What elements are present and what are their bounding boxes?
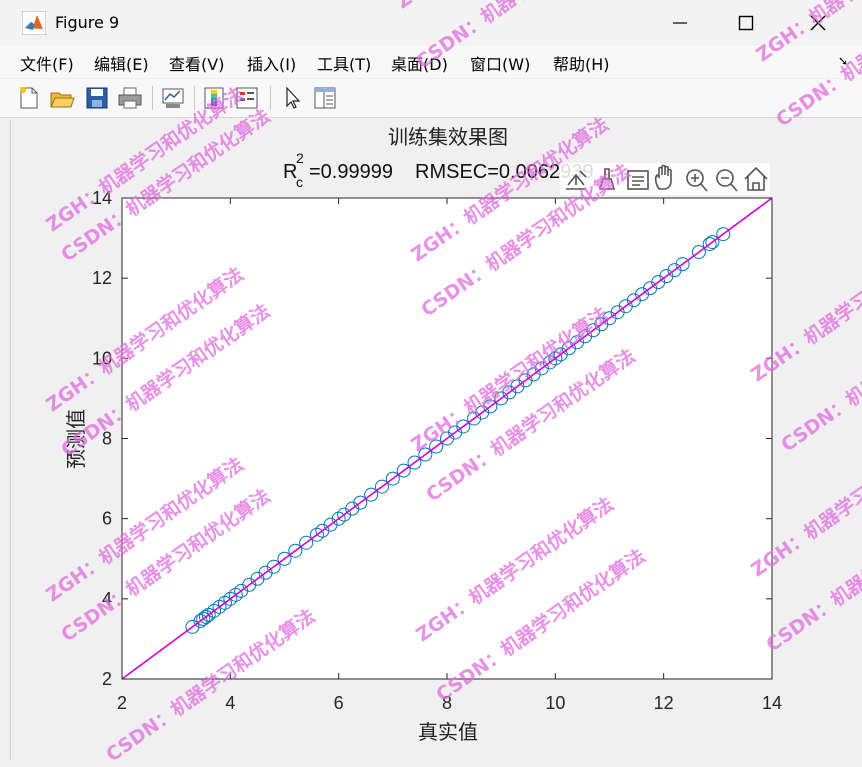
minimize-icon [673, 22, 687, 24]
chart-subtitle: R 2 c =0.99999 RMSEC=0.0062939 [283, 150, 593, 190]
insert-legend-icon[interactable] [234, 85, 260, 111]
x-tick-label: 10 [545, 693, 565, 713]
window-title: Figure 9 [55, 13, 120, 32]
subtitle-r-sup: 2 [296, 150, 304, 166]
x-axis-label: 真实值 [418, 720, 478, 744]
toolbar-separator [194, 86, 195, 110]
menu-help[interactable]: 帮助(H) [553, 51, 610, 75]
chart-title: 训练集效果图 [388, 125, 508, 149]
insert-colorbar-icon[interactable] [201, 85, 227, 111]
menu-file[interactable]: 文件(F) [20, 51, 74, 75]
menu-tools[interactable]: 工具(T) [317, 51, 371, 75]
open-file-icon[interactable] [49, 85, 75, 111]
y-tick-label: 2 [102, 669, 112, 689]
close-icon [810, 15, 826, 31]
window-title-bar: Figure 9 [0, 0, 862, 46]
menu-window[interactable]: 窗口(W) [470, 51, 530, 75]
x-tick-label: 6 [334, 693, 344, 713]
y-tick-label: 4 [102, 589, 112, 609]
axes-toolbar [560, 163, 770, 195]
y-tick-label: 10 [92, 348, 112, 368]
edit-plot-arrow-icon[interactable] [280, 85, 306, 111]
subtitle-r-sub: c [296, 174, 303, 190]
print-icon[interactable] [117, 85, 143, 111]
toolbar-separator [152, 86, 153, 110]
close-button[interactable] [788, 0, 848, 46]
y-tick-label: 14 [92, 188, 112, 208]
y-tick-label: 12 [92, 268, 112, 288]
plot-svg: 训练集效果图 R 2 c =0.99999 RMSEC=0.0062939 2 4… [64, 125, 782, 744]
save-icon[interactable] [84, 85, 110, 111]
menu-view[interactable]: 查看(V) [169, 51, 224, 75]
maximize-icon [738, 15, 754, 31]
x-tick-label: 2 [117, 693, 127, 713]
menu-insert[interactable]: 插入(I) [247, 51, 296, 75]
minimize-button[interactable] [650, 0, 710, 46]
new-figure-icon[interactable] [16, 85, 42, 111]
matlab-app-icon [22, 11, 46, 35]
figure-toolbar [0, 79, 862, 118]
x-tick-label: 4 [225, 693, 235, 713]
y-tick-label: 6 [102, 509, 112, 529]
menu-expand-arrow-icon[interactable]: ➘ [838, 54, 848, 68]
subtitle-r-value: =0.99999 [309, 161, 393, 183]
property-inspector-icon[interactable] [312, 85, 338, 111]
y-tick-label: 8 [102, 429, 112, 449]
menu-desktop[interactable]: 桌面(D) [391, 51, 448, 75]
menu-edit[interactable]: 编辑(E) [94, 51, 149, 75]
maximize-button[interactable] [716, 0, 776, 46]
x-tick-label: 8 [442, 693, 452, 713]
toolbar-separator [270, 86, 271, 110]
figure-canvas: 训练集效果图 R 2 c =0.99999 RMSEC=0.0062939 2 4… [10, 119, 853, 760]
x-tick-label: 14 [762, 693, 782, 713]
y-axis-label: 预测值 [64, 409, 88, 469]
x-tick-label: 12 [654, 693, 674, 713]
menu-bar: 文件(F) 编辑(E) 查看(V) 插入(I) 工具(T) 桌面(D) 窗口(W… [0, 46, 862, 78]
link-plot-icon[interactable] [160, 85, 186, 111]
